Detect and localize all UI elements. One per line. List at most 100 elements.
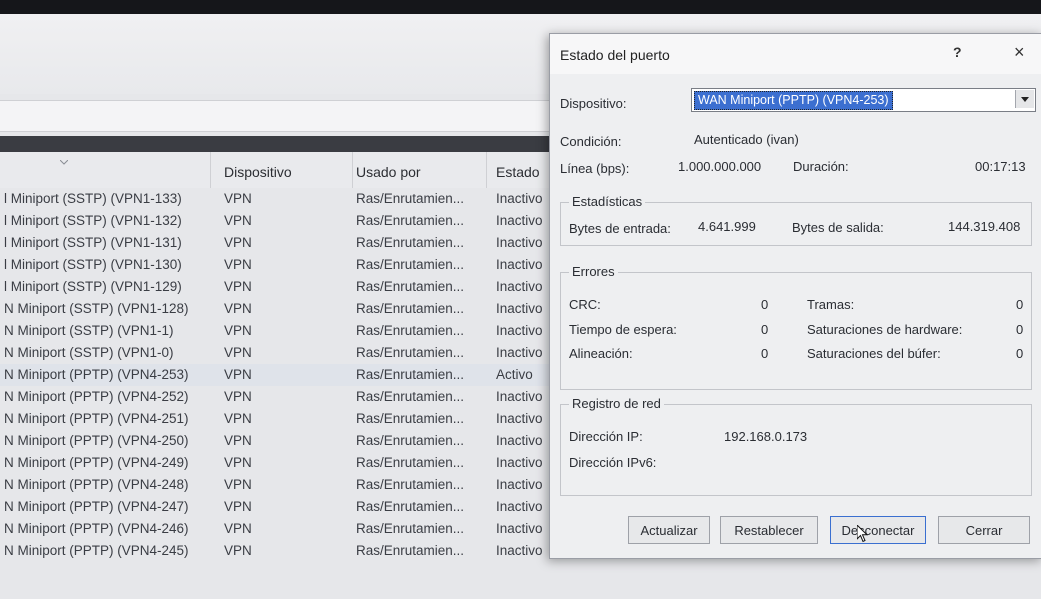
port-name: N Miniport (PPTP) (VPN4-248) [4,477,189,492]
port-device: VPN [224,213,252,228]
port-device: VPN [224,477,252,492]
port-device: VPN [224,521,252,536]
dropdown-button[interactable] [1015,90,1034,108]
ipv6-address-label: Dirección IPv6: [569,455,657,470]
port-used-by: Ras/Enrutamien... [356,279,465,294]
errors-title: Errores [569,264,618,279]
port-device: VPN [224,411,252,426]
condition-value: Autenticado (ivan) [694,132,799,147]
port-name: N Miniport (PPTP) (VPN4-246) [4,521,189,536]
port-state: Inactivo [496,389,543,404]
port-state: Inactivo [496,235,543,250]
port-state: Activo [496,367,533,382]
port-used-by: Ras/Enrutamien... [356,433,465,448]
device-select[interactable]: WAN Miniport (PPTP) (VPN4-253) [691,88,1036,112]
port-device: VPN [224,323,252,338]
column-header-state[interactable]: Estado [494,152,556,188]
ip-address-label: Dirección IP: [569,429,643,444]
column-header-device[interactable]: Dispositivo [222,152,353,188]
port-name: N Miniport (SSTP) (VPN1-0) [4,345,174,360]
port-device: VPN [224,499,252,514]
port-device: VPN [224,235,252,250]
port-state: Inactivo [496,257,543,272]
sort-chevron-icon [60,160,68,165]
port-state: Inactivo [496,301,543,316]
chevron-down-icon [1021,97,1029,102]
port-state: Inactivo [496,499,543,514]
port-device: VPN [224,345,252,360]
hardware-overruns-value: 0 [1016,322,1024,337]
port-name: l Miniport (SSTP) (VPN1-131) [4,235,182,250]
line-label: Línea (bps): [560,161,630,176]
timeout-label: Tiempo de espera: [569,322,677,337]
port-state: Inactivo [496,191,543,206]
port-name: l Miniport (SSTP) (VPN1-129) [4,279,182,294]
port-device: VPN [224,543,252,558]
crc-value: 0 [761,297,769,312]
port-name: N Miniport (PPTP) (VPN4-252) [4,389,189,404]
mouse-pointer-icon [857,525,869,543]
condition-label: Condición: [560,134,622,149]
frames-value: 0 [1016,297,1024,312]
port-used-by: Ras/Enrutamien... [356,235,465,250]
port-state: Inactivo [496,323,543,338]
port-used-by: Ras/Enrutamien... [356,477,465,492]
statistics-group: Estadísticas Bytes de entrada: 4.641.999… [560,194,1032,246]
port-used-by: Ras/Enrutamien... [356,345,465,360]
network-registration-group: Registro de red Dirección IP: 192.168.0.… [560,396,1032,496]
port-device: VPN [224,279,252,294]
frames-label: Tramas: [807,297,855,312]
help-icon[interactable]: ? [953,44,962,60]
port-state: Inactivo [496,213,543,228]
ip-address-value: 192.168.0.173 [724,429,808,444]
refresh-button[interactable]: Actualizar [628,516,710,544]
port-used-by: Ras/Enrutamien... [356,499,465,514]
buffer-overruns-label: Saturaciones del búfer: [807,346,941,361]
port-used-by: Ras/Enrutamien... [356,543,465,558]
port-used-by: Ras/Enrutamien... [356,455,465,470]
statistics-title: Estadísticas [569,194,646,209]
close-icon[interactable]: × [1014,42,1025,63]
port-name: N Miniport (PPTP) (VPN4-245) [4,543,189,558]
port-name: N Miniport (PPTP) (VPN4-247) [4,499,189,514]
alignment-value: 0 [761,346,769,361]
port-status-dialog: Estado del puerto ? × Dispositivo: WAN M… [549,33,1041,559]
port-device: VPN [224,257,252,272]
port-device: VPN [224,433,252,448]
disconnect-button[interactable]: Desconectar [830,516,926,544]
device-select-value: WAN Miniport (PPTP) (VPN4-253) [694,91,893,110]
port-state: Inactivo [496,543,543,558]
port-state: Inactivo [496,477,543,492]
port-name: l Miniport (SSTP) (VPN1-132) [4,213,182,228]
port-used-by: Ras/Enrutamien... [356,191,465,206]
port-name: N Miniport (SSTP) (VPN1-1) [4,323,174,338]
errors-group: Errores CRC: 0 Tramas: 0 Tiempo de esper… [560,264,1032,390]
port-name: N Miniport (SSTP) (VPN1-128) [4,301,189,316]
port-used-by: Ras/Enrutamien... [356,389,465,404]
port-state: Inactivo [496,345,543,360]
port-state: Inactivo [496,455,543,470]
timeout-value: 0 [761,322,769,337]
port-device: VPN [224,455,252,470]
bytes-in-value: 4.641.999 [698,219,756,234]
port-state: Inactivo [496,411,543,426]
bytes-in-label: Bytes de entrada: [569,221,671,236]
column-header-name[interactable] [0,152,211,188]
port-used-by: Ras/Enrutamien... [356,257,465,272]
duration-label: Duración: [793,159,849,174]
port-device: VPN [224,191,252,206]
port-name: N Miniport (PPTP) (VPN4-253) [4,367,189,382]
port-used-by: Ras/Enrutamien... [356,367,465,382]
column-header-used-by[interactable]: Usado por [354,152,487,188]
port-name: N Miniport (PPTP) (VPN4-249) [4,455,189,470]
close-button[interactable]: Cerrar [938,516,1030,544]
port-name: l Miniport (SSTP) (VPN1-133) [4,191,182,206]
hardware-overruns-label: Saturaciones de hardware: [807,322,963,337]
line-value: 1.000.000.000 [678,159,762,174]
buffer-overruns-value: 0 [1016,346,1024,361]
port-used-by: Ras/Enrutamien... [356,213,465,228]
reset-button[interactable]: Restablecer [720,516,818,544]
port-used-by: Ras/Enrutamien... [356,301,465,316]
device-label: Dispositivo: [560,96,627,111]
port-used-by: Ras/Enrutamien... [356,323,465,338]
